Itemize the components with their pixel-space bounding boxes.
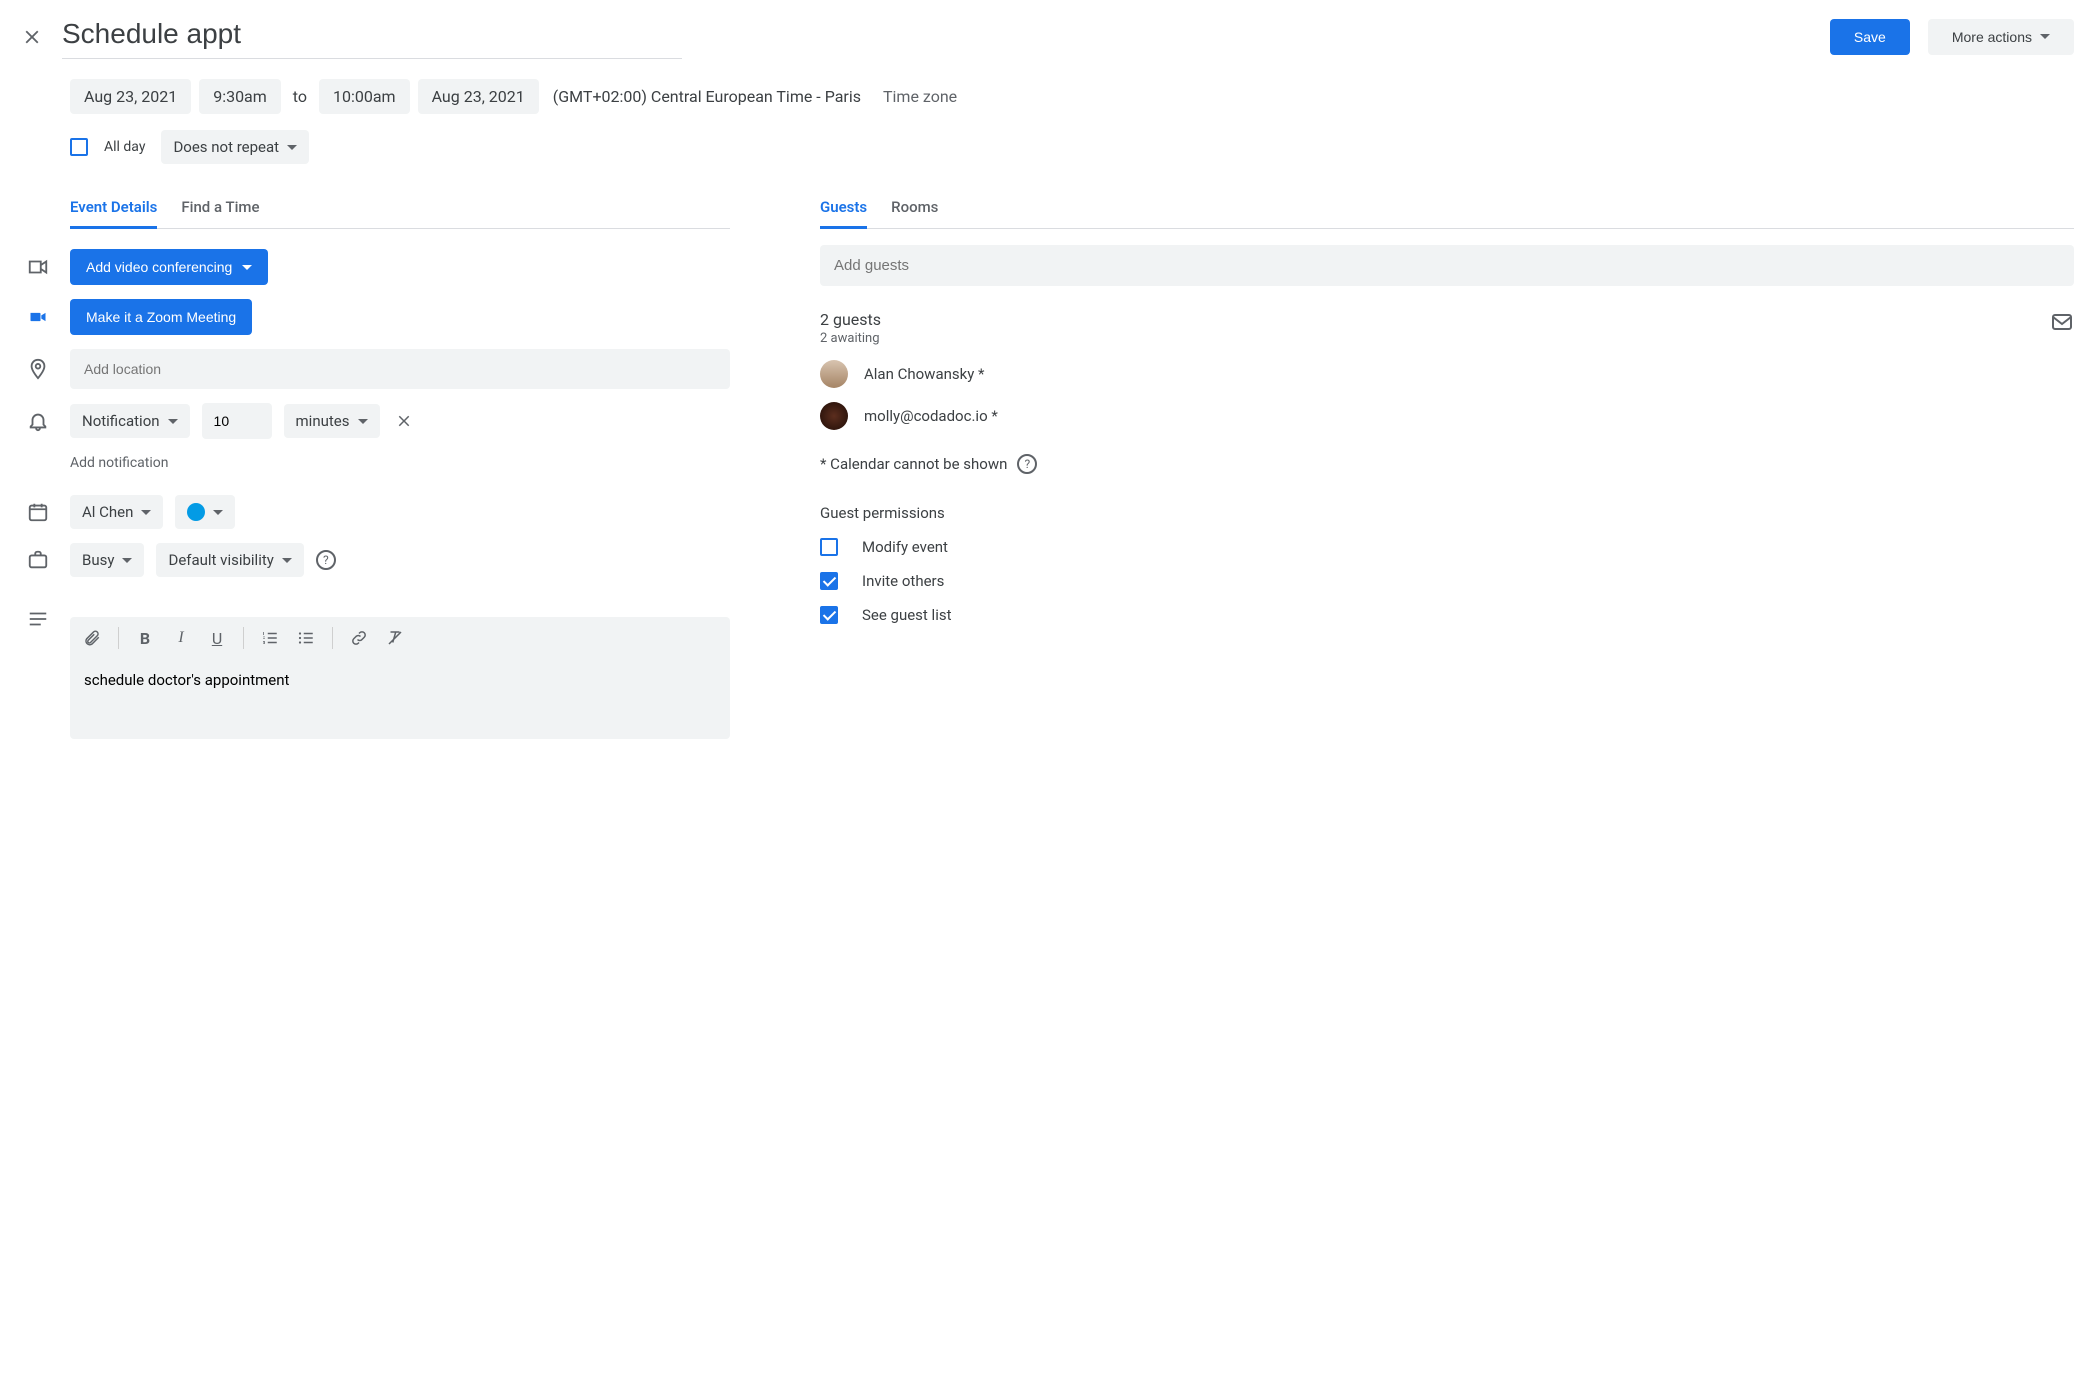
repeat-dropdown[interactable]: Does not repeat	[161, 130, 309, 164]
divider	[243, 627, 244, 649]
calendar-icon	[26, 500, 50, 524]
link-icon[interactable]	[349, 628, 369, 648]
chevron-down-icon	[122, 558, 132, 563]
visibility-dropdown[interactable]: Default visibility	[156, 543, 303, 577]
modify-event-label: Modify event	[862, 538, 948, 556]
location-icon	[26, 357, 50, 381]
briefcase-icon	[26, 548, 50, 572]
busy-dropdown[interactable]: Busy	[70, 543, 144, 577]
email-guests-icon[interactable]	[2050, 310, 2074, 334]
remove-notification-button[interactable]	[392, 409, 416, 433]
tab-guests[interactable]: Guests	[820, 198, 867, 229]
guest-permissions-title: Guest permissions	[820, 504, 2074, 522]
zoom-label: Make it a Zoom Meeting	[86, 309, 236, 325]
chevron-down-icon	[168, 419, 178, 424]
description-toolbar: B I U	[70, 617, 730, 659]
clear-formatting-icon[interactable]	[385, 628, 405, 648]
allday-label: All day	[104, 139, 145, 155]
avatar	[820, 402, 848, 430]
chevron-down-icon	[282, 558, 292, 563]
chevron-down-icon	[287, 145, 297, 150]
numbered-list-icon[interactable]	[260, 628, 280, 648]
chevron-down-icon	[141, 510, 151, 515]
allday-checkbox[interactable]	[70, 138, 88, 156]
calendar-cannot-be-shown: * Calendar cannot be shown	[820, 455, 1007, 473]
chevron-down-icon	[242, 265, 252, 270]
allday-row: All day Does not repeat	[70, 130, 2074, 164]
bell-icon	[26, 409, 50, 433]
avatar	[820, 360, 848, 388]
notification-type-dropdown[interactable]: Notification	[70, 404, 190, 438]
help-icon[interactable]: ?	[1017, 454, 1037, 474]
help-icon[interactable]: ?	[316, 550, 336, 570]
color-swatch	[187, 503, 205, 521]
guest-awaiting: 2 awaiting	[820, 331, 881, 346]
timezone-text: (GMT+02:00) Central European Time - Pari…	[553, 87, 861, 106]
left-tabs: Event Details Find a Time	[70, 198, 730, 229]
divider	[332, 627, 333, 649]
chevron-down-icon	[213, 510, 223, 515]
guest-name: Alan Chowansky *	[864, 365, 985, 383]
notification-unit-label: minutes	[296, 412, 350, 430]
more-actions-label: More actions	[1952, 29, 2032, 45]
repeat-label: Does not repeat	[173, 138, 279, 156]
invite-others-label: Invite others	[862, 572, 944, 590]
description-icon	[26, 607, 50, 631]
close-icon[interactable]	[20, 25, 44, 49]
busy-label: Busy	[82, 551, 114, 569]
start-time-chip[interactable]: 9:30am	[199, 79, 281, 114]
start-date-chip[interactable]: Aug 23, 2021	[70, 79, 191, 114]
location-input[interactable]	[70, 349, 730, 389]
tab-rooms[interactable]: Rooms	[891, 198, 938, 228]
chevron-down-icon	[2040, 34, 2050, 39]
header: Save More actions	[20, 14, 2074, 59]
notification-type-label: Notification	[82, 412, 160, 430]
see-guest-list-checkbox[interactable]	[820, 606, 838, 624]
description-textarea[interactable]	[70, 659, 730, 739]
see-guest-list-label: See guest list	[862, 606, 952, 624]
notification-value-input[interactable]	[202, 403, 272, 439]
italic-icon[interactable]: I	[171, 628, 191, 648]
guest-name: molly@codadoc.io *	[864, 407, 998, 425]
visibility-label: Default visibility	[168, 551, 273, 569]
modify-event-checkbox[interactable]	[820, 538, 838, 556]
add-guests-input[interactable]	[820, 245, 2074, 286]
guest-item[interactable]: molly@codadoc.io *	[820, 402, 2074, 430]
notification-unit-dropdown[interactable]: minutes	[284, 404, 380, 438]
color-dropdown[interactable]	[175, 495, 235, 529]
divider	[118, 627, 119, 649]
to-label: to	[289, 87, 311, 106]
chevron-down-icon	[358, 419, 368, 424]
invite-others-checkbox[interactable]	[820, 572, 838, 590]
zoom-icon	[26, 305, 50, 329]
add-video-label: Add video conferencing	[86, 259, 232, 275]
underline-icon[interactable]: U	[207, 628, 227, 648]
right-tabs: Guests Rooms	[820, 198, 2074, 229]
save-button[interactable]: Save	[1830, 19, 1910, 55]
guest-count: 2 guests	[820, 310, 881, 329]
right-column: Guests Rooms 2 guests 2 awaiting Alan Ch…	[820, 198, 2074, 743]
tab-find-a-time[interactable]: Find a Time	[181, 198, 259, 228]
datetime-row: Aug 23, 2021 9:30am to 10:00am Aug 23, 2…	[70, 79, 2074, 114]
end-date-chip[interactable]: Aug 23, 2021	[418, 79, 539, 114]
calendar-owner-dropdown[interactable]: Al Chen	[70, 495, 163, 529]
guest-item[interactable]: Alan Chowansky *	[820, 360, 2074, 388]
calendar-owner-label: Al Chen	[82, 503, 133, 521]
bullet-list-icon[interactable]	[296, 628, 316, 648]
attachment-icon[interactable]	[82, 628, 102, 648]
video-icon	[26, 255, 50, 279]
end-time-chip[interactable]: 10:00am	[319, 79, 410, 114]
make-zoom-meeting-button[interactable]: Make it a Zoom Meeting	[70, 299, 252, 335]
event-title-input[interactable]	[62, 14, 682, 59]
add-notification-link[interactable]: Add notification	[70, 455, 730, 471]
tab-event-details[interactable]: Event Details	[70, 198, 157, 229]
add-video-conferencing-button[interactable]: Add video conferencing	[70, 249, 268, 285]
bold-icon[interactable]: B	[135, 628, 155, 648]
left-column: Event Details Find a Time Add video conf…	[70, 198, 730, 743]
timezone-link[interactable]: Time zone	[883, 87, 957, 106]
more-actions-button[interactable]: More actions	[1928, 19, 2074, 55]
